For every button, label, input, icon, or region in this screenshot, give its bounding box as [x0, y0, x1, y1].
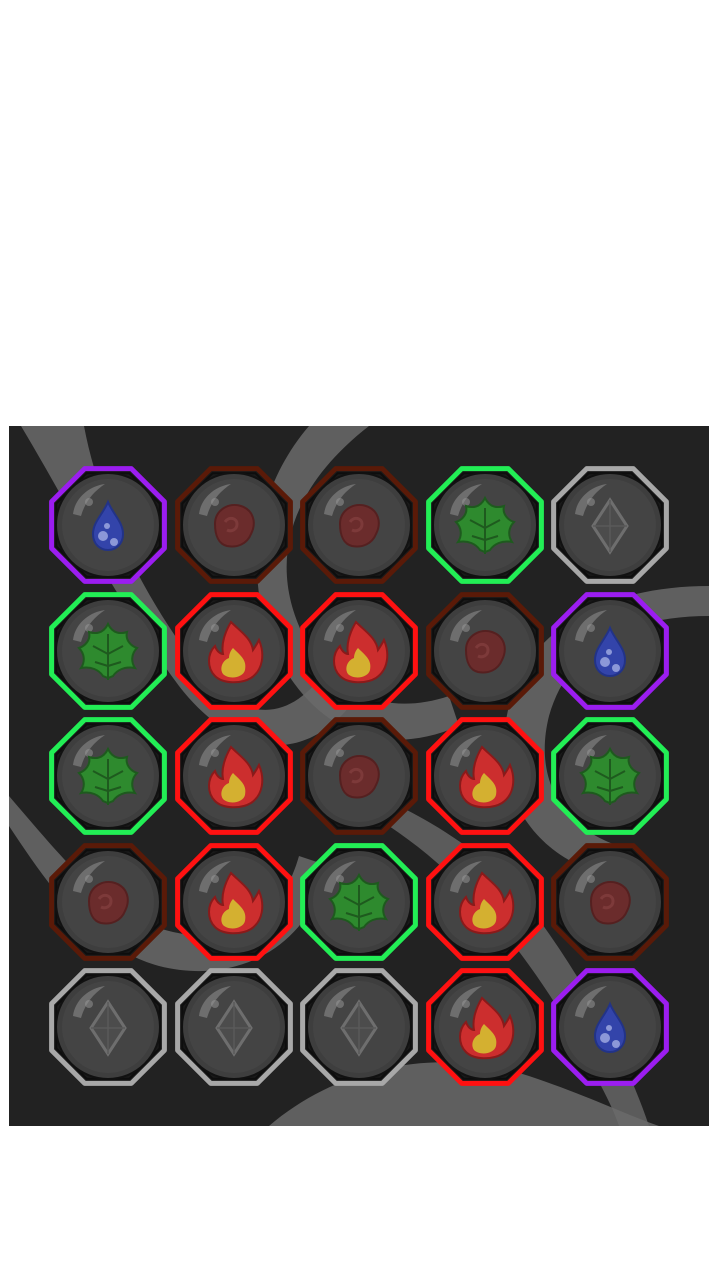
- ember-icon: [338, 755, 380, 799]
- tile-water[interactable]: [547, 964, 673, 1090]
- tile-ember[interactable]: [296, 462, 422, 588]
- tile-fire[interactable]: [171, 839, 297, 965]
- ember-icon: [464, 629, 506, 673]
- ember-icon: [589, 880, 631, 924]
- tile-leaf[interactable]: [45, 713, 171, 839]
- tile-ember[interactable]: [296, 713, 422, 839]
- tile-diamond[interactable]: [547, 462, 673, 588]
- game-board: [9, 426, 709, 1126]
- tile-ember[interactable]: [171, 462, 297, 588]
- tile-fire[interactable]: [422, 713, 548, 839]
- ember-icon: [213, 504, 255, 548]
- tile-fire[interactable]: [171, 588, 297, 714]
- tile-fire[interactable]: [422, 964, 548, 1090]
- tile-diamond[interactable]: [296, 964, 422, 1090]
- ember-icon: [87, 880, 129, 924]
- tile-water[interactable]: [547, 588, 673, 714]
- tile-water[interactable]: [45, 462, 171, 588]
- tile-leaf[interactable]: [296, 839, 422, 965]
- tile-fire[interactable]: [422, 839, 548, 965]
- tile-leaf[interactable]: [45, 588, 171, 714]
- tile-ember[interactable]: [422, 588, 548, 714]
- tile-ember[interactable]: [547, 839, 673, 965]
- tile-leaf[interactable]: [422, 462, 548, 588]
- tile-leaf[interactable]: [547, 713, 673, 839]
- tile-fire[interactable]: [296, 588, 422, 714]
- tile-ember[interactable]: [45, 839, 171, 965]
- tile-fire[interactable]: [171, 713, 297, 839]
- ember-icon: [338, 504, 380, 548]
- tile-diamond[interactable]: [171, 964, 297, 1090]
- tile-diamond[interactable]: [45, 964, 171, 1090]
